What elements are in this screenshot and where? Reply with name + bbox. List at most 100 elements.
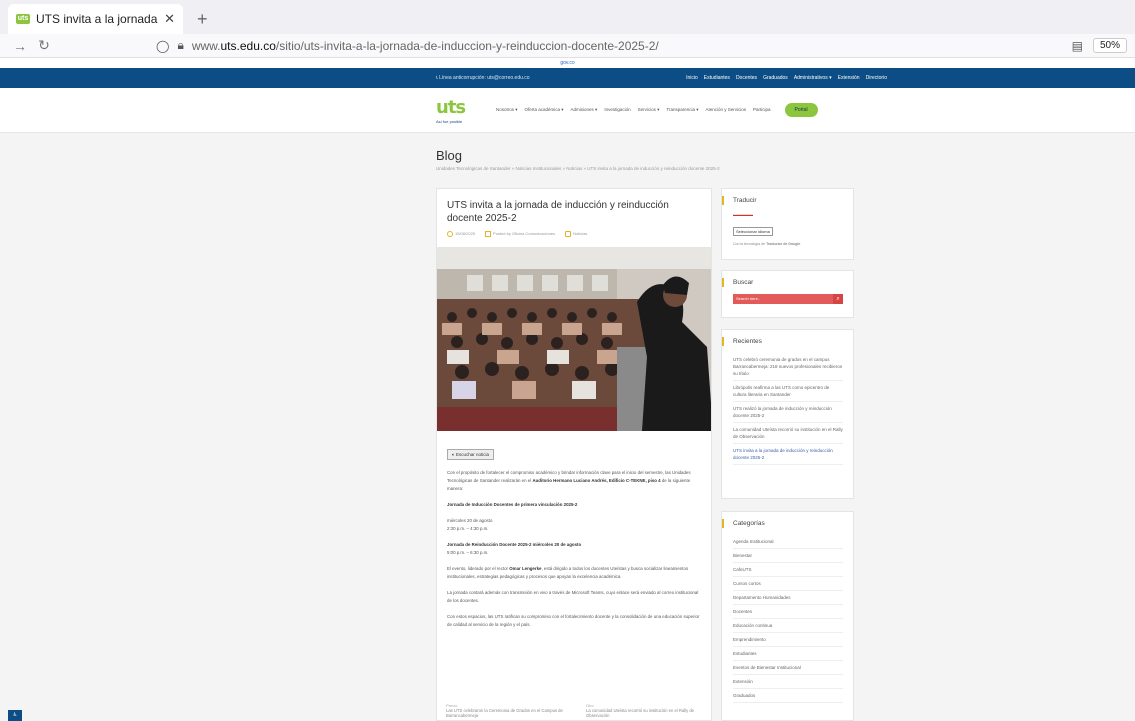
author-text: Posted by Oficina Comunicaciones [493, 231, 556, 237]
shield-icon[interactable]: ◯ [156, 39, 169, 53]
category-link[interactable]: Docentes [733, 605, 843, 619]
nav-item[interactable]: Nosotros ▾ [496, 107, 518, 113]
nav-item[interactable]: Participa [753, 107, 771, 113]
uts-logo[interactable]: uts Así fue posible [436, 97, 480, 124]
para1-a: El evento, liderado por el rector [447, 566, 509, 571]
nav-item[interactable]: Transparencia ▾ [666, 107, 698, 113]
reload-icon[interactable]: ↻ [32, 37, 56, 54]
date-text: 15/08/2025 [455, 231, 476, 237]
nav-item[interactable]: Servicios ▾ [638, 107, 660, 113]
recent-post-link[interactable]: UTS invita a la jornada de inducción y r… [733, 444, 843, 465]
logo-mark: uts [436, 97, 466, 118]
google-note-b: Traductor de Google [766, 242, 801, 246]
category-link[interactable]: Cursos cortos [733, 577, 843, 591]
category-link[interactable]: Eventos de Bienestar Institucional [733, 661, 843, 675]
recent-widget: Recientes UTS celebró ceremonia de grado… [721, 329, 854, 499]
article-meta: 15/08/2025 Posted by Oficina Comunicacio… [447, 231, 701, 237]
nav-item[interactable]: Atención y Servicios [705, 107, 746, 113]
search-box: Search here.. ⌕ [733, 294, 843, 304]
category-link[interactable]: Estudiantes [733, 647, 843, 661]
category-link[interactable]: Emprendimiento [733, 633, 843, 647]
article-photo [437, 247, 711, 431]
article-category[interactable]: Noticias [565, 231, 587, 237]
listen-label: Escuchar noticia [455, 452, 489, 457]
language-flags-icon[interactable]: ▬▬▬▬▬ [733, 212, 843, 217]
recent-post-link[interactable]: UTS realizó la jornada de inducción y re… [733, 402, 843, 423]
top-link[interactable]: Inicio [686, 75, 698, 81]
section1-schedule: miércoles 20 de agosto 2:30 p.m. – 4:30 p… [447, 517, 701, 533]
forward-icon[interactable]: → [8, 38, 32, 54]
search-widget: Buscar Search here.. ⌕ [721, 270, 854, 318]
top-link[interactable]: Directorio [866, 75, 887, 81]
intro-place: Auditorio Hermano Luciano Andrés, Edific… [532, 478, 661, 483]
address-field[interactable]: ◯ 🔒︎ www. uts.edu.co/sitio/uts-invita-a-l… [156, 38, 1072, 53]
article-author[interactable]: Posted by Oficina Comunicaciones [485, 231, 555, 237]
categories-widget: Categorías Agenda Institucional Bienestar… [721, 511, 854, 721]
top-links: Inicio Estudiantes Docentes Graduados Admini… [686, 75, 887, 81]
search-title: Buscar [722, 278, 843, 287]
top-link[interactable]: Graduados [763, 75, 788, 81]
google-note-a: Con la tecnología de [733, 242, 766, 246]
article-intro: Con el propósito de fortalecer el compro… [447, 469, 701, 493]
category-text: Noticias [573, 231, 588, 237]
close-tab-icon[interactable]: ✕ [164, 11, 175, 27]
next-title: La comunidad Uteísta recorrió su institu… [586, 708, 694, 718]
nav-item[interactable]: Investigación [604, 107, 630, 113]
tab-title: UTS invita a la jornada de inducc [36, 12, 160, 26]
search-input[interactable]: Search here.. [733, 294, 833, 304]
paragraph-teams: La jornada contará además con transmisió… [447, 590, 699, 603]
category-link[interactable]: Extensión [733, 675, 843, 689]
article-date: 15/08/2025 [447, 231, 475, 237]
accessibility-tab[interactable]: ♿︎ [8, 710, 22, 721]
prev-post-link[interactable]: Previo Las UTS celebraron la Ceremonia d… [428, 703, 568, 721]
url-path: /sitio/uts-invita-a-la-jornada-de-inducc… [275, 38, 659, 53]
paragraph-rector: El evento, liderado por el rector Omar L… [447, 565, 701, 581]
new-tab-icon[interactable]: + [197, 9, 208, 30]
folder-icon [565, 231, 572, 237]
contact-line: 📞︎ Línea anticorrupción: uts@correo.edu.… [436, 75, 530, 81]
section2-time: 5:00 p.m. – 6:30 p.m. [447, 550, 489, 555]
category-link[interactable]: Bienestar [733, 549, 843, 563]
site-header: uts Así fue posible Nosotros ▾ Oferta aca… [0, 88, 1135, 133]
article-card: UTS invita a la jornada de inducción y r… [436, 188, 712, 721]
reader-view-icon[interactable]: ▤ [1072, 39, 1083, 53]
section1-time: 2:30 p.m. – 4:30 p.m. [447, 526, 489, 531]
article-body: Con el propósito de fortalecer el compro… [447, 469, 701, 629]
listen-button[interactable]: 🔈︎ Escuchar noticia [447, 449, 494, 460]
top-link[interactable]: Administrativos ▾ [794, 75, 832, 81]
search-icon[interactable]: ⌕ [833, 294, 843, 304]
google-translate-note[interactable]: Con la tecnología de Traductor de Google [733, 242, 843, 246]
breadcrumb[interactable]: Unidades Tecnológicas de Santander » Not… [436, 166, 720, 171]
categories-title: Categorías [722, 519, 843, 528]
nav-item[interactable]: Admisiones ▾ [571, 107, 598, 113]
clock-icon [447, 231, 453, 237]
recent-post-link[interactable]: La comunidad Uteísta recorrió su institu… [733, 423, 843, 444]
categories-list: Agenda Institucional Bienestar CafeUTS Curs… [733, 535, 843, 703]
lock-icon[interactable]: 🔒︎ [177, 38, 183, 53]
top-link[interactable]: Estudiantes [704, 75, 730, 81]
portal-button[interactable]: Portal [784, 103, 818, 117]
nav-item[interactable]: Oferta académica ▾ [525, 107, 564, 113]
top-link[interactable]: Docentes [736, 75, 757, 81]
section1-title: Jornada de Inducción Docentes de primera… [447, 501, 701, 509]
gov-strip[interactable]: gov.co [0, 58, 1135, 68]
url-prefix: www. [191, 38, 221, 53]
user-icon [485, 231, 492, 237]
category-link[interactable]: Departamento Humanidades [733, 591, 843, 605]
recent-title: Recientes [722, 337, 843, 346]
category-link[interactable]: Graduados [733, 689, 843, 703]
speaker-icon: 🔈︎ [452, 452, 455, 457]
zoom-level[interactable]: 50% [1092, 38, 1127, 53]
site-topbar: 📞︎ Línea anticorrupción: uts@correo.edu.… [0, 68, 1135, 88]
category-link[interactable]: Agenda Institucional [733, 535, 843, 549]
main-nav: Nosotros ▾ Oferta académica ▾ Admisiones ▾… [496, 107, 771, 113]
recent-post-link[interactable]: Librópolis reafirma a las UTS como epice… [733, 381, 843, 402]
recent-post-link[interactable]: UTS celebró ceremonia de grados en el ca… [733, 353, 843, 381]
browser-tab[interactable]: uts UTS invita a la jornada de inducc ✕ [8, 4, 183, 34]
top-link[interactable]: Extensión [838, 75, 860, 81]
language-select[interactable]: Seleccionar idioma [733, 227, 773, 236]
auditorium-photo [437, 247, 711, 431]
next-post-link[interactable]: Otro La comunidad Uteísta recorrió su in… [568, 703, 708, 721]
category-link[interactable]: CafeUTS [733, 563, 843, 577]
category-link[interactable]: Educación continua [733, 619, 843, 633]
